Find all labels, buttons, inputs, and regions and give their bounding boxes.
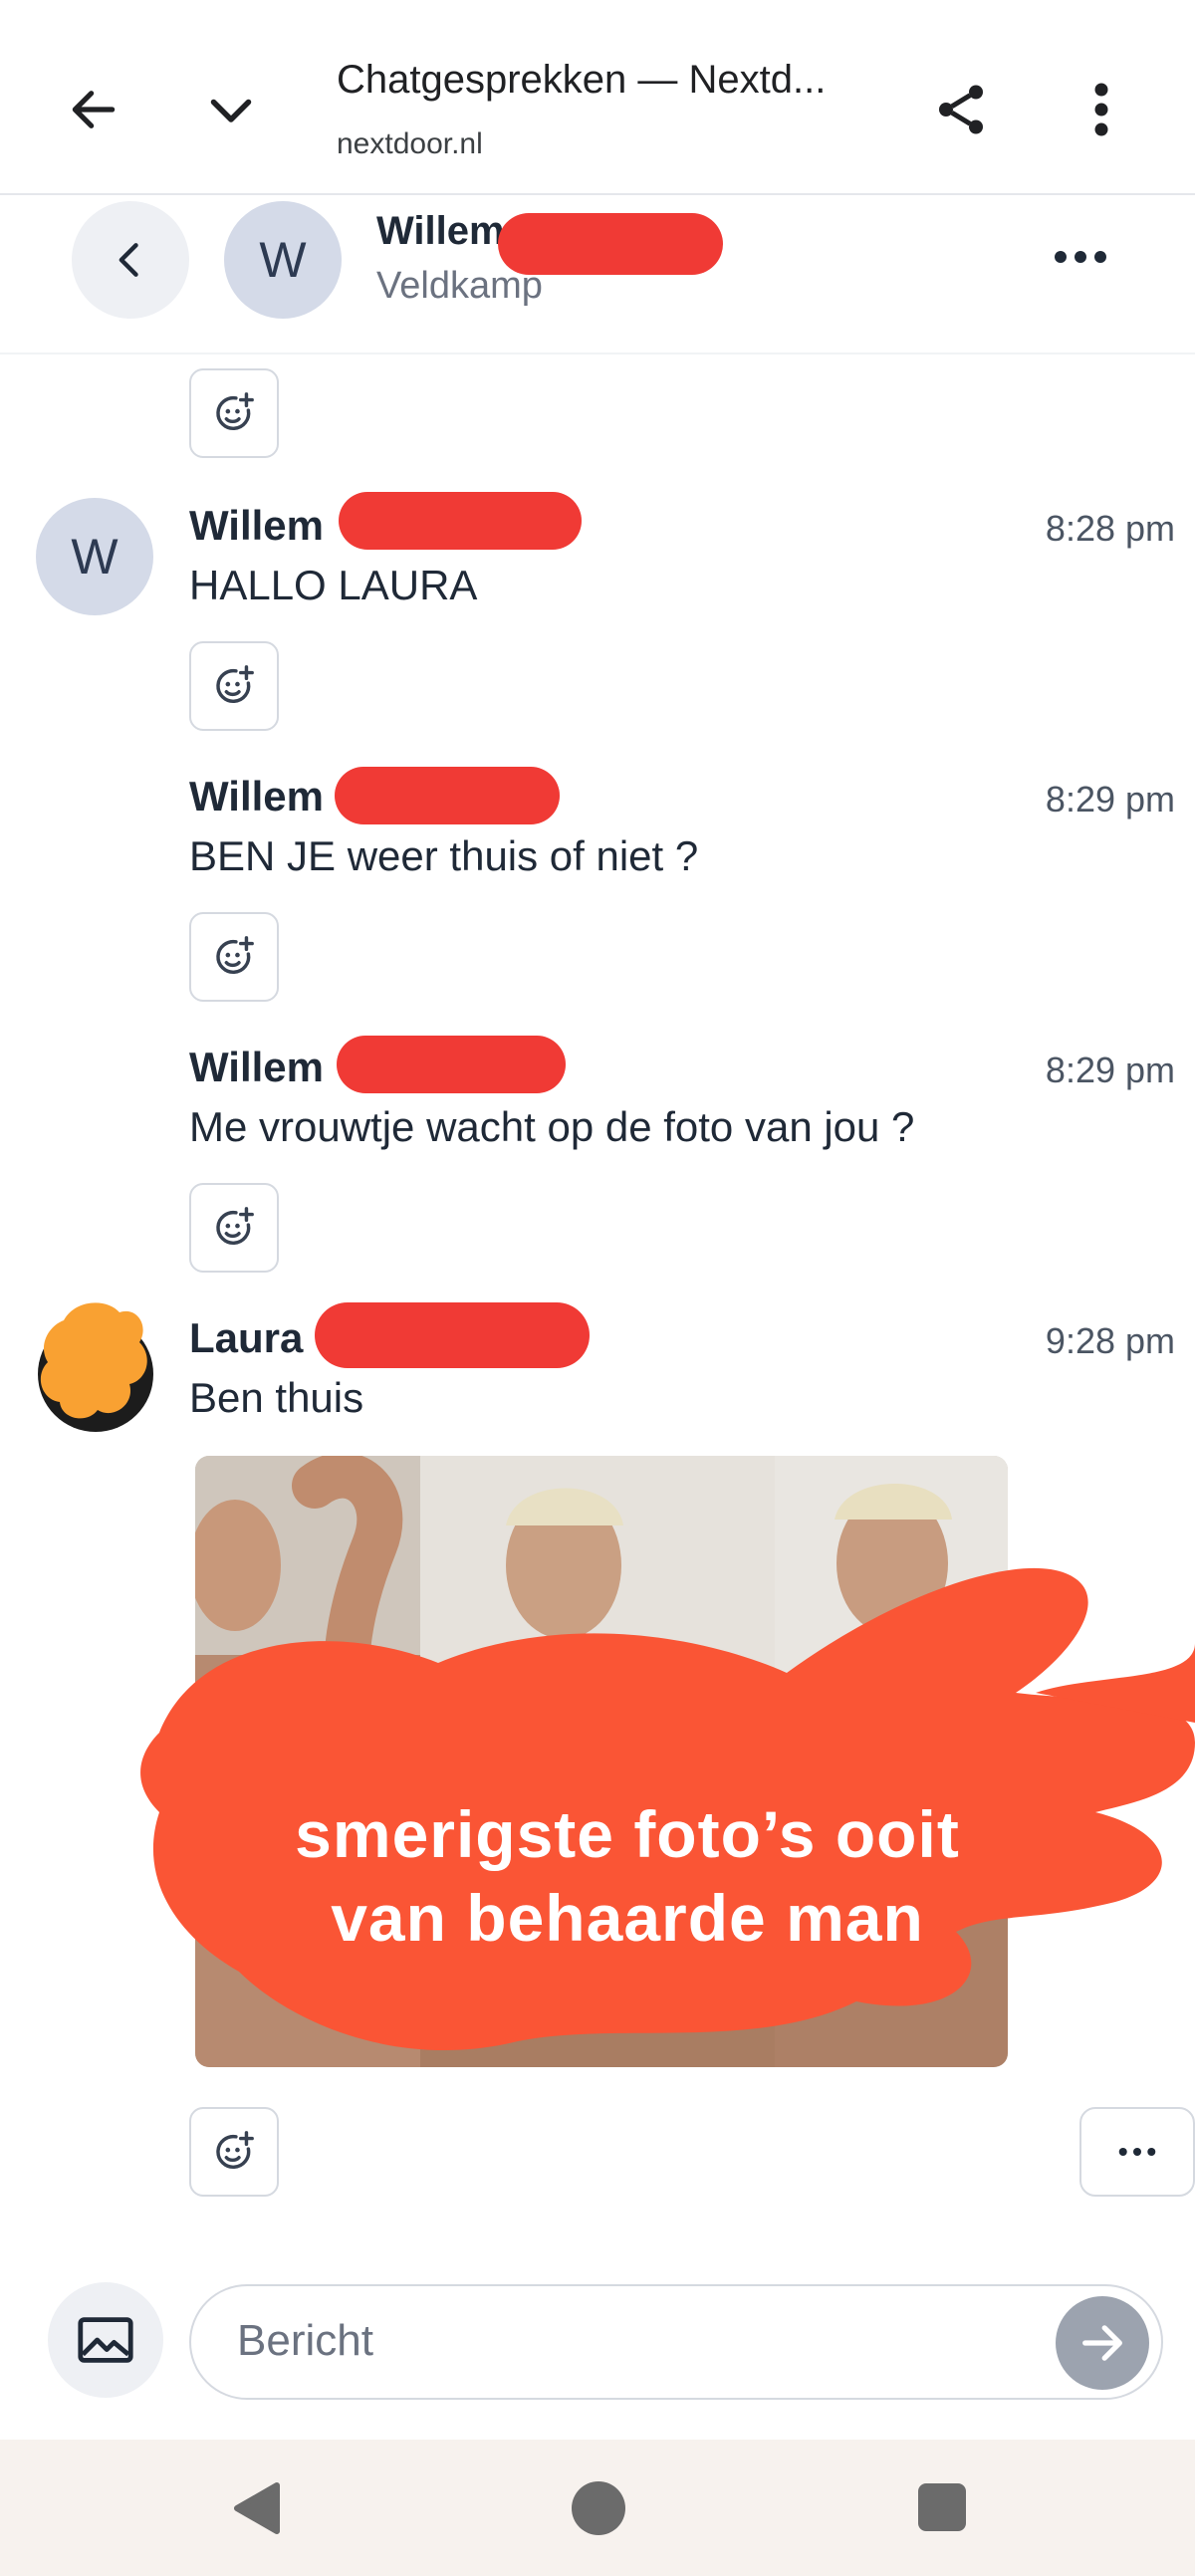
redaction-mark [339, 492, 582, 550]
message-time: 8:29 pm [1045, 1050, 1175, 1090]
message-text: BEN JE weer thuis of niet ? [189, 832, 699, 879]
nav-recents-icon[interactable] [918, 2483, 966, 2531]
message-text: Ben thuis [189, 1374, 364, 1421]
sender-avatar[interactable]: W [36, 498, 153, 615]
redaction-mark [337, 1036, 566, 1093]
send-button[interactable] [1056, 2296, 1149, 2390]
add-reaction-button[interactable] [189, 641, 279, 731]
message-time: 9:28 pm [1045, 1320, 1175, 1361]
chevron-left-icon [119, 243, 138, 277]
message-sender: Willem [189, 502, 324, 549]
contact-avatar[interactable]: W [224, 201, 342, 319]
back-arrow-icon[interactable] [54, 70, 133, 149]
add-reaction-icon [216, 936, 254, 974]
chevron-down-icon[interactable] [191, 70, 271, 149]
add-reaction-button[interactable] [189, 368, 279, 458]
message-sender: Laura [189, 1314, 304, 1361]
conversation-options-icon[interactable] [1041, 217, 1120, 297]
more-dots-icon [1118, 2148, 1156, 2156]
message-text: Me vrouwtje wacht op de foto van jou ? [189, 1103, 915, 1150]
censor-caption-line: van behaarde man [331, 1881, 924, 1955]
conversation-back-button[interactable] [72, 201, 189, 319]
censor-caption: smerigste foto’s ooit van behaarde man [149, 1792, 1105, 1960]
message-sender: Willem [189, 773, 324, 820]
message-time: 8:29 pm [1045, 779, 1175, 820]
attach-image-button[interactable] [48, 2282, 163, 2398]
share-icon[interactable] [921, 70, 1001, 149]
add-reaction-icon [216, 1207, 254, 1245]
message-text: HALLO LAURA [189, 562, 478, 608]
image-icon [78, 2317, 133, 2363]
arrow-right-icon [1082, 2325, 1122, 2361]
page-url[interactable]: nextdoor.nl [337, 127, 483, 161]
add-reaction-button[interactable] [189, 1183, 279, 1273]
censor-caption-line: smerigste foto’s ooit [295, 1797, 960, 1871]
add-reaction-button[interactable] [189, 912, 279, 1002]
message-more-button[interactable] [1079, 2107, 1195, 2197]
page-title: Chatgesprekken — Nextd... [337, 58, 827, 102]
overflow-menu-icon[interactable] [1062, 70, 1141, 149]
contact-name[interactable]: Willem [376, 209, 505, 254]
add-reaction-icon [216, 392, 254, 430]
add-reaction-icon [216, 2131, 254, 2169]
sender-avatar[interactable] [36, 1290, 159, 1440]
message-time: 8:28 pm [1045, 508, 1175, 549]
message-input-placeholder: Bericht [237, 2316, 373, 2365]
redaction-mark [335, 767, 560, 824]
contact-location: Veldkamp [376, 265, 543, 307]
add-reaction-icon [216, 665, 254, 703]
redaction-mark [315, 1302, 590, 1368]
add-reaction-button[interactable] [189, 2107, 279, 2197]
nav-home-icon[interactable] [572, 2481, 625, 2535]
nav-back-icon[interactable] [227, 2481, 287, 2535]
message-sender: Willem [189, 1044, 324, 1090]
